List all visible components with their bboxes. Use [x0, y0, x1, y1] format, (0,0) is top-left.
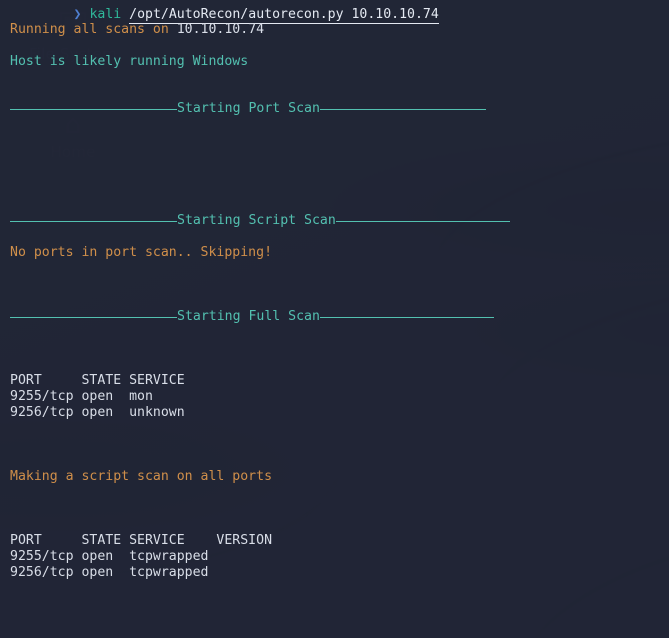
port-table-row: 9256/tcp open tcpwrapped [10, 565, 209, 580]
line-no-ports: No ports in port scan.. Skipping! [10, 245, 273, 260]
line-making-script-scan: Making a script scan on all ports [10, 469, 273, 484]
port-table-header: PORT STATE SERVICE [10, 373, 185, 388]
line-running-scans: Running all scans on 10.10.10.74 [10, 22, 264, 38]
separator-port-scan: Starting Port Scan [10, 101, 486, 117]
running-scans-prefix: Running all scans on [10, 22, 177, 37]
separator-title: Starting Script Scan [177, 213, 336, 228]
terminal-window[interactable]: ❯ kali /opt/AutoRecon/autorecon.py 10.10… [0, 0, 669, 638]
port-table-header: PORT STATE SERVICE VERSION [10, 533, 273, 548]
separator-rule-right [335, 220, 510, 222]
separator-rule-left [10, 220, 177, 222]
separator-rule-left [10, 108, 177, 110]
screen: ▣ File System ⌂ Home ❯ kali /opt/AutoRec… [0, 0, 669, 638]
prompt-host: kali [89, 7, 122, 22]
separator-rule-left [10, 316, 177, 318]
separator-rule-right [319, 316, 494, 318]
target-ip: 10.10.10.74 [176, 22, 265, 37]
separator-title: Starting Full Scan [177, 309, 320, 324]
terminal-output[interactable]: ❯ kali /opt/AutoRecon/autorecon.py 10.10… [0, 0, 669, 638]
separator-full-scan: Starting Full Scan [10, 309, 494, 325]
line-host-os: Host is likely running Windows [10, 54, 249, 69]
separator-rule-right [319, 108, 486, 110]
separator-script-scan: Starting Script Scan [10, 213, 510, 229]
separator-title: Starting Port Scan [177, 101, 320, 116]
port-table-row: 9255/tcp open mon [10, 389, 153, 404]
port-table-row: 9255/tcp open tcpwrapped [10, 549, 209, 564]
port-table-row: 9256/tcp open unknown [10, 405, 185, 420]
